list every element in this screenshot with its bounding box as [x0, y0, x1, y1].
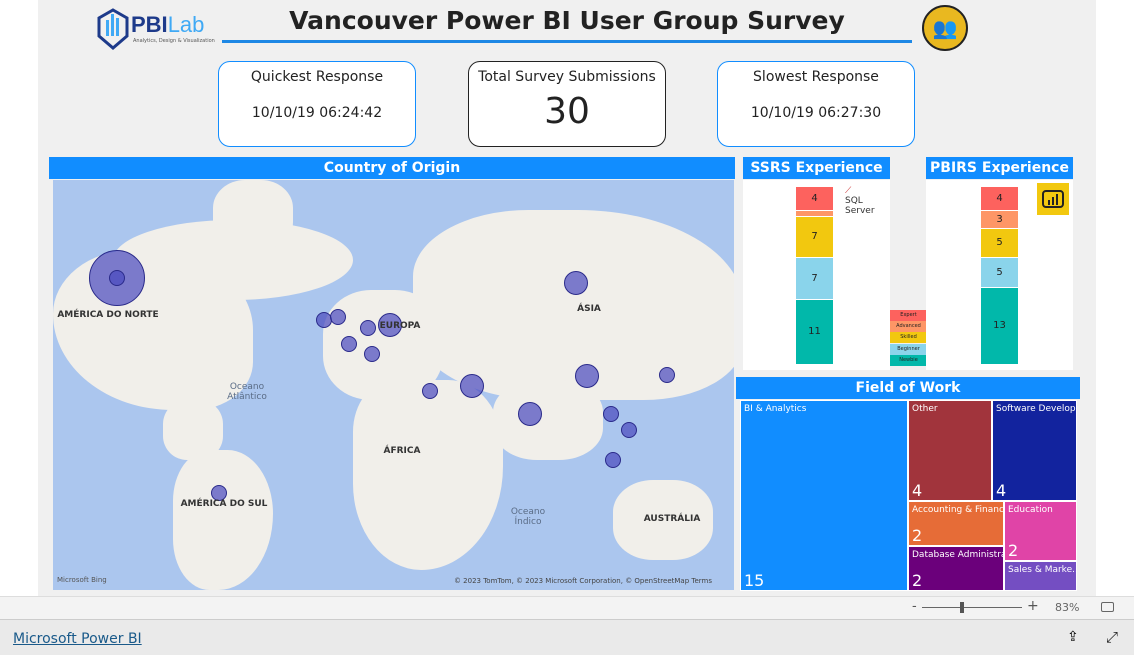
tile-label: Education — [1008, 505, 1053, 515]
bar-segment-beginner[interactable]: 5 — [981, 258, 1018, 288]
tile-label: Other — [912, 404, 938, 414]
zoom-bar: - + 83% — [0, 596, 1134, 619]
legend-item[interactable]: Advanced — [890, 321, 927, 333]
tile-label: Sales & Marke... — [1008, 565, 1077, 575]
tile-value: 2 — [1008, 541, 1019, 560]
legend-item[interactable]: Newbie — [890, 354, 927, 366]
map-label: AMÉRICA DO SUL — [180, 499, 268, 509]
pbirs-stacked-bar: 4 3 5 5 13 — [981, 187, 1018, 365]
pbilab-logo: PBILab Analytics, Design & Visualization — [97, 6, 217, 52]
treemap-tile[interactable]: Database Administra... 2 — [908, 546, 1004, 591]
treemap-tile[interactable]: BI & Analytics 15 — [740, 400, 908, 591]
power-bi-link[interactable]: Microsoft Power BI — [13, 631, 142, 647]
bar-segment-advanced[interactable]: 3 — [981, 210, 1018, 229]
footer: Microsoft Power BI ⇪ ⤢ — [0, 619, 1134, 655]
card-value: 10/10/19 06:24:42 — [251, 105, 383, 121]
legend-item[interactable]: Expert — [890, 310, 927, 321]
total-submissions-card: Total Survey Submissions 30 — [468, 61, 666, 147]
title-underline — [222, 40, 912, 43]
card-label: Total Survey Submissions — [478, 69, 656, 85]
map-header: Country of Origin — [49, 157, 735, 179]
bar-segment-newbie[interactable]: 13 — [981, 287, 1018, 365]
card-label: Slowest Response — [753, 69, 879, 85]
card-label: Quickest Response — [250, 69, 384, 85]
zoom-slider[interactable] — [922, 607, 1022, 608]
ocean-label: Oceano Atlântico — [227, 382, 267, 402]
treemap-tile[interactable]: Sales & Marke... — [1004, 561, 1077, 591]
zoom-slider-handle[interactable] — [960, 602, 964, 613]
ssrs-header: SSRS Experience — [743, 157, 890, 179]
ssrs-stacked-bar: 4 7 7 11 — [796, 187, 833, 365]
zoom-level: 83% — [1055, 601, 1080, 614]
tile-value: 4 — [996, 481, 1007, 500]
ocean-label: Oceano Índico — [510, 507, 546, 527]
bar-segment-expert[interactable]: 4 — [796, 187, 833, 211]
tile-label: Software Develop... — [996, 404, 1077, 414]
map-label: AMÉRICA DO NORTE — [57, 310, 159, 320]
map-label: EUROPA — [379, 321, 421, 331]
user-group-badge-icon: 👥 — [922, 5, 968, 51]
tile-label: Accounting & Finance — [912, 505, 1004, 515]
bar-segment-newbie[interactable]: 11 — [796, 299, 833, 365]
zoom-in-button[interactable]: + — [1027, 598, 1039, 614]
tile-value: 2 — [912, 526, 923, 545]
card-value: 30 — [544, 91, 590, 132]
bar-segment-beginner[interactable]: 7 — [796, 258, 833, 300]
tile-label: Database Administra... — [912, 550, 1003, 560]
map-label: AUSTRÁLIA — [643, 514, 701, 524]
tile-value: 4 — [912, 481, 923, 500]
pbirs-header: PBIRS Experience — [926, 157, 1073, 179]
power-bi-logo-icon — [1037, 183, 1069, 215]
zoom-out-button[interactable]: - — [912, 599, 917, 614]
tile-value: 2 — [912, 571, 923, 590]
bar-segment-expert[interactable]: 4 — [981, 187, 1018, 211]
slowest-response-card: Slowest Response 10/10/19 06:27:30 — [717, 61, 915, 147]
ssrs-chart: 4 7 7 11 ⟋ SQL Server — [743, 180, 890, 370]
bing-logo: Microsoft Bing — [57, 576, 107, 584]
card-value: 10/10/19 06:27:30 — [750, 105, 882, 121]
logo-subtitle: Analytics, Design & Visualization — [133, 38, 215, 44]
page-title: Vancouver Power BI User Group Survey — [289, 6, 845, 35]
legend-item[interactable]: Beginner — [890, 343, 927, 355]
country-map[interactable]: AMÉRICA DO NORTE EUROPA ÁSIA ÁFRICA AMÉR… — [53, 180, 734, 590]
tile-label: BI & Analytics — [744, 404, 807, 414]
map-attribution[interactable]: © 2023 TomTom, © 2023 Microsoft Corporat… — [454, 577, 712, 585]
experience-legend: Expert Advanced Skilled Beginner Newbie — [890, 310, 927, 366]
treemap-tile[interactable]: Accounting & Finance 2 — [908, 501, 1004, 546]
map-label: ÁSIA — [577, 304, 601, 314]
share-icon[interactable]: ⇪ — [1067, 629, 1079, 645]
bar-segment-skilled[interactable]: 5 — [981, 228, 1018, 259]
quickest-response-card: Quickest Response 10/10/19 06:24:42 — [218, 61, 416, 147]
treemap-tile[interactable]: Software Develop... 4 — [992, 400, 1077, 501]
treemap-tile[interactable]: Education 2 — [1004, 501, 1077, 561]
map-label: ÁFRICA — [383, 446, 421, 456]
pbirs-chart: 4 3 5 5 13 — [926, 180, 1073, 370]
fit-to-page-icon[interactable] — [1101, 602, 1114, 612]
legend-item[interactable]: Skilled — [890, 332, 927, 344]
fullscreen-icon[interactable]: ⤢ — [1106, 628, 1118, 646]
field-of-work-header: Field of Work — [736, 377, 1080, 399]
bar-segment-skilled[interactable]: 7 — [796, 216, 833, 259]
sql-server-logo: ⟋ SQL Server — [845, 186, 875, 216]
field-of-work-treemap: BI & Analytics 15 Other 4 Software Develop..… — [740, 400, 1077, 591]
treemap-tile[interactable]: Other 4 — [908, 400, 992, 501]
tile-value: 15 — [744, 571, 765, 590]
